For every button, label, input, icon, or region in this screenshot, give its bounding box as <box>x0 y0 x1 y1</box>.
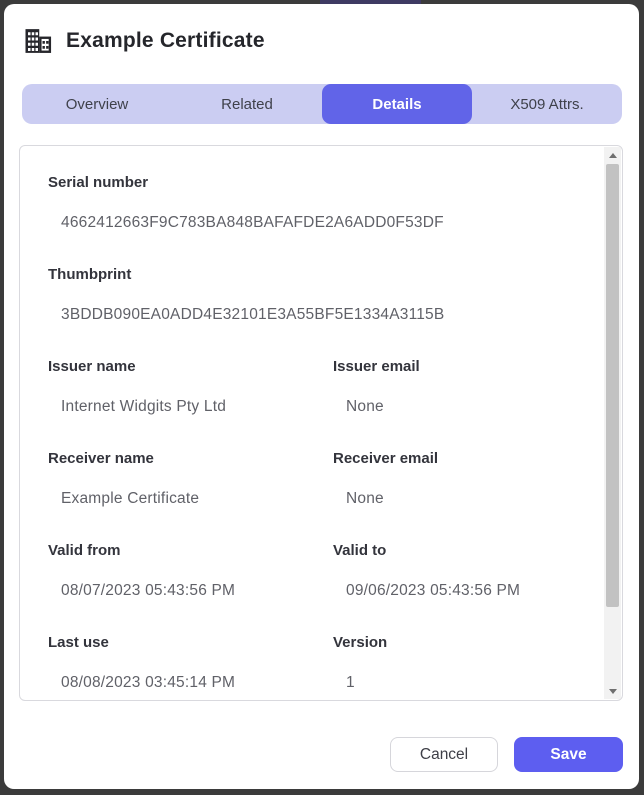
version-value: 1 <box>346 674 576 692</box>
valid-from-label: Valid from <box>48 542 333 560</box>
field-row: Receiver name Example Certificate Receiv… <box>48 450 576 508</box>
thumbprint-value: 3BDDB090EA0ADD4E32101E3A55BF5E1334A3115B <box>61 306 576 324</box>
field-version: Version 1 <box>333 634 576 692</box>
modal-title: Example Certificate <box>66 29 265 53</box>
certificate-modal: Example Certificate Overview Related Det… <box>4 4 639 789</box>
receiver-name-value: Example Certificate <box>61 490 333 508</box>
field-valid-to: Valid to 09/06/2023 05:43:56 PM <box>333 542 576 600</box>
field-receiver-email: Receiver email None <box>333 450 576 508</box>
scroll-down-button[interactable] <box>604 683 621 699</box>
tab-x509-attrs[interactable]: X509 Attrs. <box>472 84 622 124</box>
serial-number-value: 4662412663F9C783BA848BAFAFDE2A6ADD0F53DF <box>61 214 576 232</box>
field-last-use: Last use 08/08/2023 03:45:14 PM <box>48 634 333 692</box>
issuer-name-label: Issuer name <box>48 358 333 376</box>
issuer-name-value: Internet Widgits Pty Ltd <box>61 398 333 416</box>
modal-header: Example Certificate <box>23 26 265 56</box>
field-receiver-name: Receiver name Example Certificate <box>48 450 333 508</box>
field-row: Last use 08/08/2023 03:45:14 PM Version … <box>48 634 576 692</box>
thumbprint-label: Thumbprint <box>48 266 576 284</box>
field-row: Thumbprint 3BDDB090EA0ADD4E32101E3A55BF5… <box>48 266 576 324</box>
scrollbar-thumb[interactable] <box>606 164 619 607</box>
scroll-up-icon <box>609 153 617 158</box>
last-use-label: Last use <box>48 634 333 652</box>
field-thumbprint: Thumbprint 3BDDB090EA0ADD4E32101E3A55BF5… <box>48 266 576 324</box>
tab-overview[interactable]: Overview <box>22 84 172 124</box>
serial-number-label: Serial number <box>48 174 576 192</box>
field-issuer-email: Issuer email None <box>333 358 576 416</box>
valid-to-value: 09/06/2023 05:43:56 PM <box>346 582 576 600</box>
last-use-value: 08/08/2023 03:45:14 PM <box>61 674 333 692</box>
tab-bar: Overview Related Details X509 Attrs. <box>22 84 622 124</box>
tab-details[interactable]: Details <box>322 84 472 124</box>
valid-from-value: 08/07/2023 05:43:56 PM <box>61 582 333 600</box>
version-label: Version <box>333 634 576 652</box>
receiver-email-label: Receiver email <box>333 450 576 468</box>
issuer-email-label: Issuer email <box>333 358 576 376</box>
receiver-name-label: Receiver name <box>48 450 333 468</box>
valid-to-label: Valid to <box>333 542 576 560</box>
save-button[interactable]: Save <box>514 737 623 772</box>
scroll-down-icon <box>609 689 617 694</box>
field-valid-from: Valid from 08/07/2023 05:43:56 PM <box>48 542 333 600</box>
issuer-email-value: None <box>346 398 576 416</box>
vertical-scrollbar[interactable] <box>604 147 621 699</box>
field-row: Issuer name Internet Widgits Pty Ltd Iss… <box>48 358 576 416</box>
field-issuer-name: Issuer name Internet Widgits Pty Ltd <box>48 358 333 416</box>
field-serial-number: Serial number 4662412663F9C783BA848BAFAF… <box>48 174 576 232</box>
field-row: Valid from 08/07/2023 05:43:56 PM Valid … <box>48 542 576 600</box>
screen: { "modal": { "title": "Example Certifica… <box>0 0 644 795</box>
scroll-up-button[interactable] <box>604 147 621 163</box>
details-panel: Serial number 4662412663F9C783BA848BAFAF… <box>19 145 623 701</box>
cancel-button[interactable]: Cancel <box>390 737 498 772</box>
receiver-email-value: None <box>346 490 576 508</box>
field-row: Serial number 4662412663F9C783BA848BAFAF… <box>48 174 576 232</box>
tab-related[interactable]: Related <box>172 84 322 124</box>
building-icon <box>23 26 53 56</box>
modal-footer: Cancel Save <box>390 737 623 772</box>
